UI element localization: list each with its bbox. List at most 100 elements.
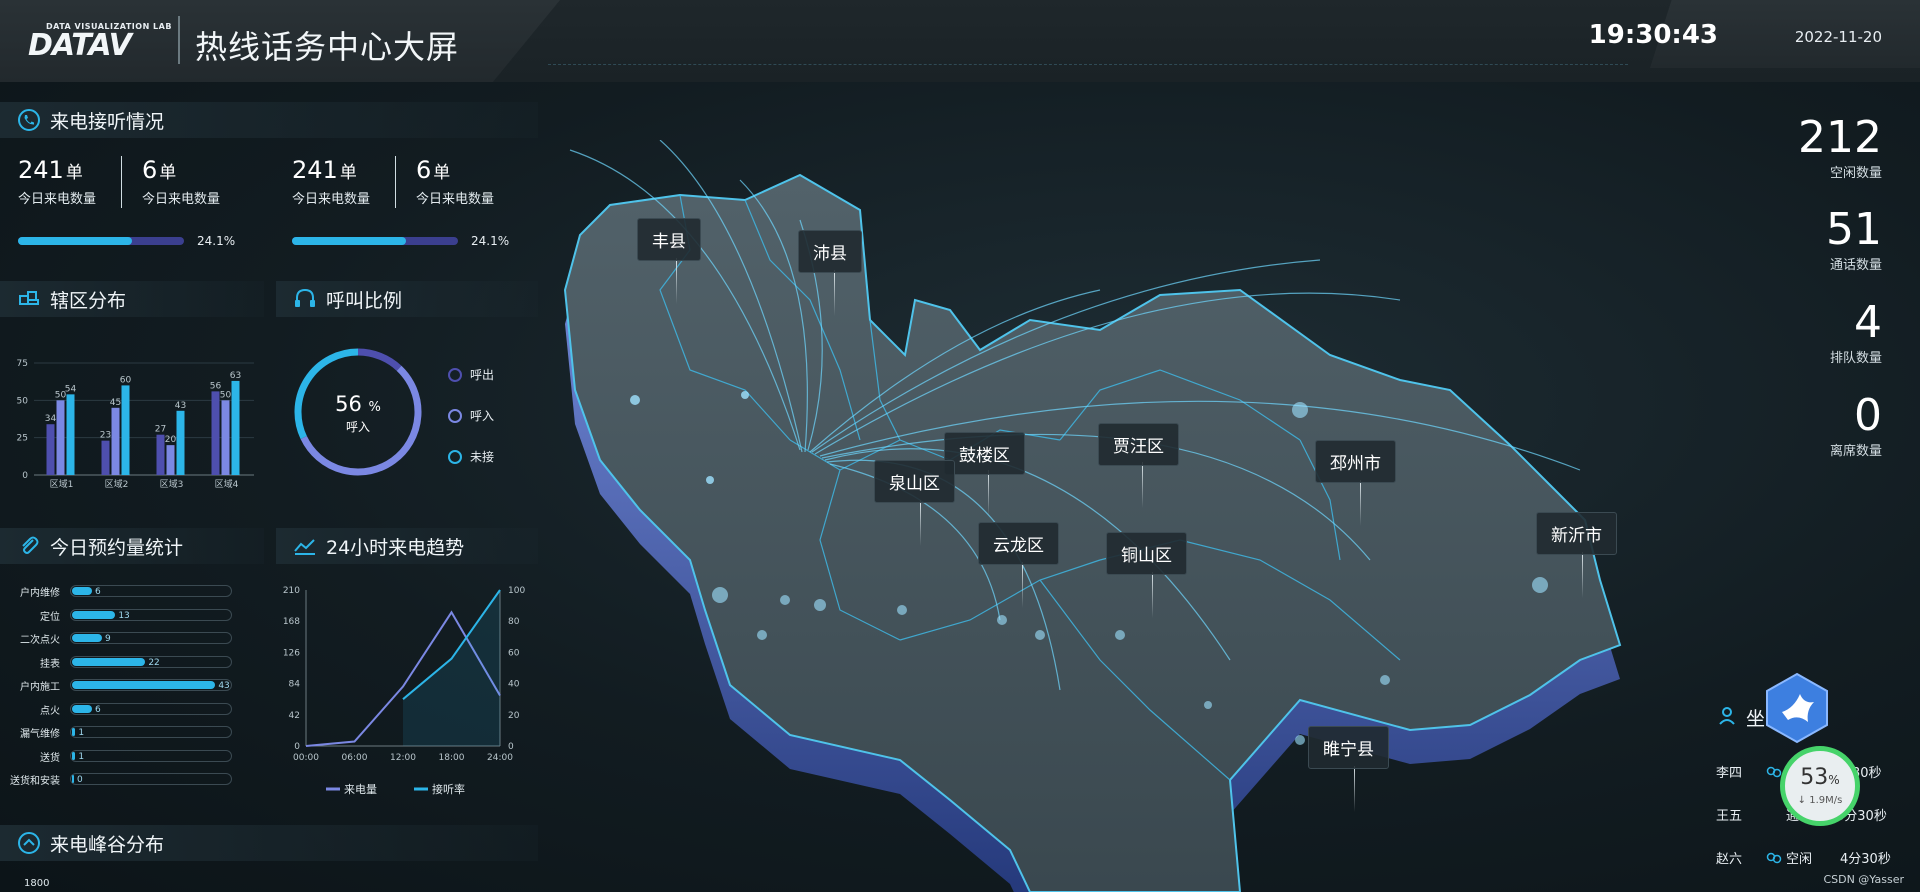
ring-slice	[357, 348, 402, 371]
appointment-hbar-chart[interactable]: 户内维修 6 定位 13 二次点火 9 挂表 22 户内施工 43 点火 6 漏气维修 1 送货 1 送货和安装…	[0, 584, 264, 787]
y-tick-label: 0	[22, 471, 28, 481]
region-label-pizhou[interactable]: 邳州市	[1315, 440, 1396, 483]
bar-value-label: 23	[100, 431, 111, 441]
ring-value: 56	[335, 392, 362, 416]
y-tick-label: 25	[17, 434, 28, 444]
hbar-track: 0	[70, 773, 232, 785]
stat-idle-label: 空闲数量	[1829, 166, 1882, 181]
hbar-row[interactable]: 二次点火 9	[0, 631, 240, 646]
bar	[101, 440, 110, 475]
network-speed-ball[interactable]: 53% ↓ 1.9M/s	[1780, 746, 1860, 826]
hbar-track: 6	[70, 702, 232, 715]
region-pin	[1354, 766, 1355, 812]
y-left-tick: 84	[289, 680, 301, 690]
hbar-row[interactable]: 送货 1	[0, 749, 240, 764]
hbar-row[interactable]: 户内维修 6	[0, 584, 240, 599]
region-label-yunlong[interactable]: 云龙区	[978, 522, 1059, 565]
region-label-feng[interactable]: 丰县	[637, 218, 701, 261]
hbar-fill	[72, 657, 146, 666]
map-surface	[563, 173, 1622, 892]
legend-ring-icon	[448, 449, 462, 464]
stat-idle-value: 212	[1798, 112, 1882, 163]
legend-item[interactable]: 呼出	[448, 366, 494, 383]
legend-item[interactable]: 未接	[448, 448, 494, 465]
bar-value-label: 50	[220, 390, 232, 400]
hbar-fill	[72, 775, 74, 783]
agent-row[interactable]: 李四	[1716, 762, 1742, 781]
progress-bar-1	[18, 237, 184, 245]
stat-queue: 4 排队数量	[1830, 301, 1882, 367]
hbar-row[interactable]: 户内施工 43	[0, 678, 240, 693]
bar	[211, 391, 220, 475]
bird-app-icon[interactable]	[1764, 672, 1830, 744]
legend-ring-icon	[448, 367, 462, 382]
hbar-row[interactable]: 送货和安装 0	[0, 772, 240, 787]
region-label-xinyi[interactable]: 新沂市	[1536, 512, 1617, 555]
stat-idle: 212 空闲数量	[1798, 112, 1882, 182]
stat-label: 今日来电数量	[416, 192, 495, 207]
agent-row[interactable]: 赵六	[1716, 848, 1742, 867]
agent-status: 空闲	[1786, 852, 1813, 867]
bar	[121, 385, 130, 475]
bar	[231, 380, 240, 475]
legend-label: 接听率	[432, 782, 465, 796]
y-tick-label: 75	[17, 359, 28, 369]
region-label-quanshan[interactable]: 泉山区	[874, 460, 955, 503]
region-pin	[920, 500, 921, 546]
hbar-track: 1	[70, 726, 232, 738]
panel-title: 来电峰谷分布	[50, 833, 165, 856]
hbar-value: 6	[95, 704, 101, 715]
hbar-label: 二次点火	[20, 635, 60, 646]
hbar-fill	[72, 728, 76, 736]
hbar-fill	[72, 751, 76, 760]
hbar-label: 定位	[40, 611, 60, 623]
bar	[176, 410, 185, 475]
datav-logo[interactable]: DATAV	[28, 28, 132, 63]
hbar-track: 9	[70, 632, 232, 644]
progress-bar-2	[292, 237, 458, 245]
region-label-tongshan[interactable]: 铜山区	[1106, 532, 1187, 575]
region-label-suining[interactable]: 睢宁县	[1308, 726, 1389, 769]
region-label-jiawang[interactable]: 贾汪区	[1098, 423, 1179, 466]
bar	[66, 394, 75, 475]
x-tick-label: 区域1	[50, 478, 74, 490]
x-tick-label: 00:00	[293, 753, 319, 763]
page-title: 热线话务中心大屏	[195, 28, 460, 66]
district-bar-chart[interactable]: 0255075区域1345054区域2234560区域3272043区域4565…	[0, 330, 264, 500]
agent-name: 赵六	[1716, 852, 1743, 867]
x-tick-label: 12:00	[390, 753, 416, 763]
hbar-fill	[72, 587, 92, 595]
legend-label: 呼入	[470, 409, 495, 423]
region-pin	[1152, 572, 1153, 618]
stat-divider	[121, 156, 122, 208]
region-pin	[1582, 552, 1583, 598]
hbar-row[interactable]: 点火 6	[0, 702, 240, 717]
stat-label: 今日来电数量	[292, 192, 371, 207]
peak-axis-tick: 1800	[24, 878, 50, 889]
trend-line-chart[interactable]: 0 42 84 126 168 210 0 20 40 60 80 100 00:00 06:00 12:0…	[276, 580, 538, 800]
agent-row[interactable]: 王五	[1716, 805, 1742, 824]
y-right-tick: 100	[508, 586, 525, 596]
region-pin	[1022, 562, 1023, 608]
panel-head-peak: 来电峰谷分布	[0, 825, 538, 861]
hbar-row[interactable]: 漏气维修 1	[0, 725, 240, 740]
bar	[111, 407, 120, 475]
stat-value: 241	[18, 156, 64, 184]
y-right-tick: 0	[508, 742, 514, 752]
panel-title: 呼叫比例	[326, 289, 403, 312]
hbar-row[interactable]: 定位 13	[0, 608, 240, 623]
hbar-value: 13	[118, 610, 130, 621]
stat-unit: 单	[65, 163, 83, 183]
progress-percent: 24.1%	[197, 234, 236, 248]
region-label-pei[interactable]: 沛县	[798, 230, 862, 273]
clock-date: 2022-11-20	[1794, 28, 1882, 46]
hbar-value: 9	[105, 634, 111, 644]
top-header: DATA VISUALIZATION LAB DATAV 热线话务中心大屏 19…	[0, 0, 1920, 82]
stat-talking: 51 通话数量	[1826, 208, 1882, 274]
stat-unit: 单	[433, 163, 451, 183]
hbar-row[interactable]: 挂表 22	[0, 655, 240, 670]
ring-label: 呼入	[345, 420, 370, 434]
legend-item[interactable]: 呼入	[448, 407, 494, 424]
region-pin	[988, 470, 989, 516]
region-label-gulou[interactable]: 鼓楼区	[944, 432, 1025, 475]
